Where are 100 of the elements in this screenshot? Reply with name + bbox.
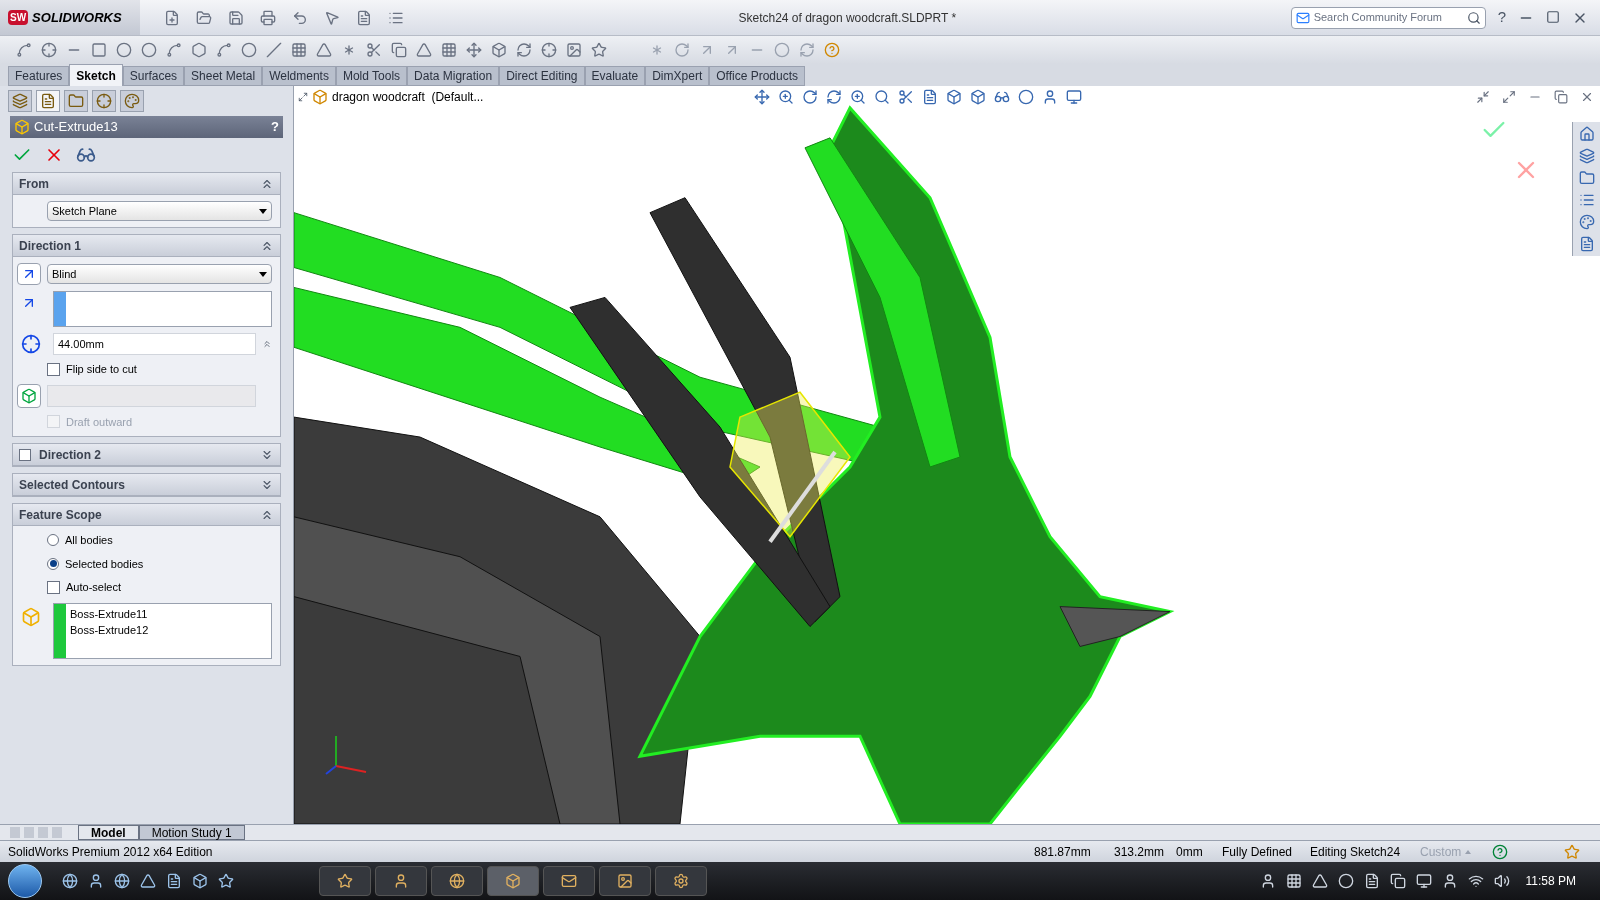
picture-icon[interactable] [566,42,582,58]
properties-icon[interactable] [1578,236,1595,252]
search-icon[interactable] [1466,10,1481,25]
taskbar-button[interactable] [599,866,651,896]
start-condition-dropdown[interactable]: Sketch Plane [47,201,272,221]
radio-button[interactable] [47,557,59,570]
sphere-icon[interactable] [1018,89,1034,105]
body-list-item[interactable]: Boss-Extrude12 [70,621,149,638]
document-icon[interactable] [356,9,372,26]
refresh-icon[interactable] [826,89,842,105]
rotate-icon[interactable] [802,89,818,105]
spin-arrows-icon[interactable] [262,339,272,349]
zoom-area-icon[interactable] [850,89,866,105]
printer-icon[interactable] [260,9,276,26]
arc-icon[interactable] [166,42,182,58]
checkbox[interactable] [19,448,31,461]
clock[interactable]: 11:58 PM [1525,872,1576,890]
tray-icon[interactable] [1311,873,1328,889]
graphics-area[interactable]: dragon woodcraft (Default... [294,86,1600,824]
command-tab[interactable]: Data Migration [407,66,500,86]
section-header[interactable]: Feature Scope [13,504,280,526]
tray-icon[interactable] [1337,873,1354,889]
help-icon[interactable] [1492,843,1508,860]
property-manager-icon[interactable] [36,90,60,112]
maximize-icon[interactable] [1546,9,1560,24]
quick-launch-icon[interactable] [218,873,234,889]
help-button[interactable]: ? [271,117,279,137]
help-icon[interactable] [824,42,840,58]
ellipse-icon[interactable] [241,42,257,58]
bodies-list[interactable]: Boss-Extrude11 Boss-Extrude12 [53,602,272,659]
folder-icon[interactable] [1578,170,1595,186]
undo-icon[interactable] [292,9,308,26]
checkbox[interactable] [47,580,60,594]
trim-icon[interactable] [366,42,382,58]
search-bar[interactable]: Search Community Forum [1290,6,1486,29]
appearance-icon[interactable] [1578,214,1595,230]
checkbox[interactable] [47,362,60,376]
tray-icon[interactable] [1493,873,1510,889]
sketch-icon[interactable] [16,42,32,58]
home-icon[interactable] [1578,126,1595,142]
draft-angle-field[interactable] [47,384,256,407]
quick-launch-icon[interactable] [88,873,104,889]
direction-selection-box[interactable] [53,291,272,327]
help-menu[interactable]: ? [1497,6,1506,29]
glasses-icon[interactable] [994,89,1010,105]
model-tab[interactable]: Model [78,825,139,840]
tray-icon[interactable] [1467,873,1484,889]
body-list-item[interactable]: Boss-Extrude11 [70,605,149,622]
reverse-direction-button[interactable] [17,263,41,285]
polygon-icon[interactable] [191,42,207,58]
appearance-icon[interactable] [120,90,144,112]
restore-icon[interactable] [1554,90,1568,104]
taskbar-button[interactable] [319,866,371,896]
pan-icon[interactable] [754,89,770,105]
section-header[interactable]: From [13,173,280,195]
tray-icon[interactable] [1363,873,1380,889]
new-file-icon[interactable] [164,9,180,26]
command-tab[interactable]: Office Products [709,66,806,86]
offset-icon[interactable] [391,42,407,58]
pattern-icon[interactable] [441,42,457,58]
taskbar-button[interactable] [375,866,427,896]
sync-icon[interactable] [799,42,815,58]
rectangle-icon[interactable] [91,42,107,58]
depth-field[interactable]: 44.00mm [53,333,256,355]
model-tab[interactable]: Motion Study 1 [138,825,245,840]
move-icon[interactable] [466,42,482,58]
spline-icon[interactable] [216,42,232,58]
pointer-icon[interactable] [324,9,340,26]
open-folder-icon[interactable] [196,9,212,26]
block-icon[interactable] [491,42,507,58]
quick-launch-icon[interactable] [114,873,130,889]
search-field[interactable]: Search Community Forum [1313,9,1463,26]
command-tab[interactable]: Mold Tools [335,66,408,86]
command-tab[interactable]: DimXpert [645,66,710,86]
taskbar-button[interactable] [431,866,483,896]
command-tab[interactable]: Surfaces [122,66,185,86]
taskbar-button[interactable] [543,866,595,896]
app-logo[interactable]: SW SOLIDWORKS [0,0,140,35]
part-name[interactable]: dragon woodcraft (Default... [332,88,484,106]
command-tab[interactable]: Evaluate [584,66,646,86]
quick-launch-icon[interactable] [140,873,156,889]
end-condition-dropdown[interactable]: Blind [47,264,272,284]
start-button[interactable] [8,864,42,898]
display-icon[interactable] [1066,89,1082,105]
command-tab[interactable]: Weldments [262,66,336,86]
taskbar-button[interactable] [487,866,539,896]
command-tab[interactable]: Sketch [69,64,123,86]
tray-icon[interactable] [1285,873,1302,889]
section-header[interactable]: Direction 1 [13,235,280,257]
taskbar-button[interactable] [655,866,707,896]
command-tab[interactable]: Sheet Metal [184,66,263,86]
circle-icon[interactable] [141,42,157,58]
zoom-fit-icon[interactable] [874,89,890,105]
quick-launch-icon[interactable] [62,873,78,889]
command-tab[interactable]: Direct Editing [499,66,585,86]
quick-launch-icon[interactable] [166,873,182,889]
tray-icon[interactable] [1389,873,1406,889]
sheet-icon[interactable] [922,89,938,105]
preview-icon[interactable] [76,145,96,165]
command-tab[interactable]: Features [8,66,70,86]
